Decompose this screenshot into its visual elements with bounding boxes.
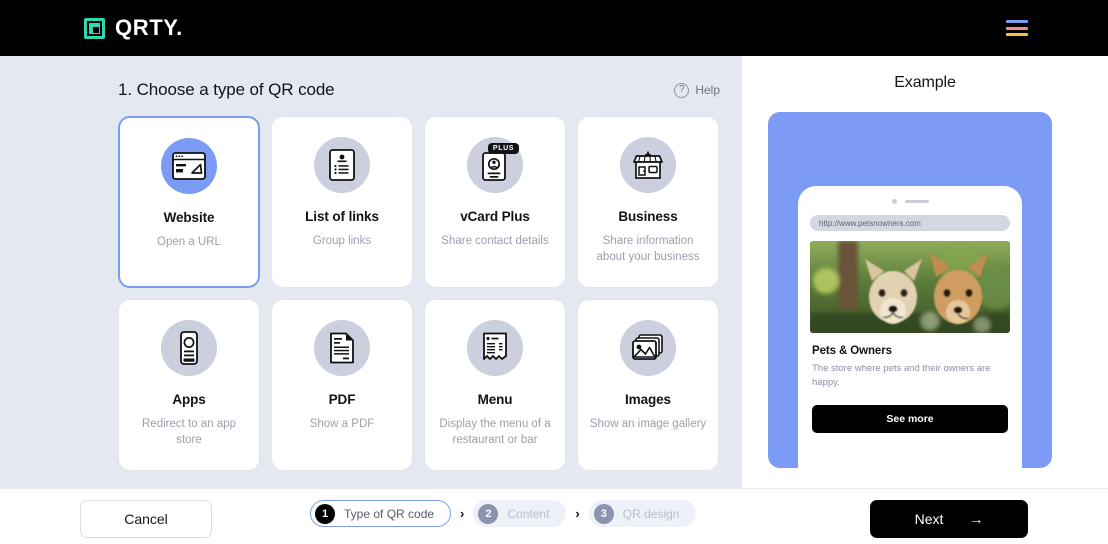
- card-title: PDF: [328, 392, 356, 407]
- next-button[interactable]: Next →: [870, 500, 1028, 538]
- qr-type-card-images[interactable]: Images Show an image gallery: [577, 299, 719, 471]
- qr-type-card-vcard-plus[interactable]: PLUS vCard Plus Share contact details: [424, 116, 566, 288]
- cancel-button[interactable]: Cancel: [80, 500, 212, 538]
- card-subtitle: Show an image gallery: [589, 418, 707, 430]
- contact-card-icon: PLUS: [467, 137, 523, 193]
- next-label: Next: [914, 511, 944, 527]
- qrty-logo-icon: [84, 17, 105, 39]
- step-label: Type of QR code: [344, 506, 435, 521]
- example-preview-pane: Example http://www.petsnowners.com Pets …: [742, 56, 1108, 488]
- qr-type-card-pdf[interactable]: PDF Show a PDF: [271, 299, 413, 471]
- card-subtitle: Redirect to an app store: [142, 418, 236, 446]
- browser-window-icon: [161, 138, 217, 194]
- help-label: Help: [695, 83, 720, 97]
- card-subtitle: Share contact details: [441, 235, 549, 247]
- chevron-right-icon: ›: [575, 506, 580, 521]
- image-stack-icon: [620, 320, 676, 376]
- qr-type-card-business[interactable]: Business Share information about your bu…: [577, 116, 719, 288]
- step-1-type-of-qr-code[interactable]: 1 Type of QR code: [310, 500, 452, 527]
- pdf-document-icon: [314, 320, 370, 376]
- preview-heading: Pets & Owners: [812, 345, 892, 357]
- step-2-content[interactable]: 2 Content: [473, 500, 567, 527]
- qr-type-card-list-of-links[interactable]: List of links Group links: [271, 116, 413, 288]
- question-mark-circle-icon: ?: [674, 82, 690, 98]
- camera-dot-icon: [891, 199, 897, 204]
- phone-content: Pets & Owners The store where pets and t…: [798, 333, 1022, 433]
- step-number: 2: [478, 503, 499, 524]
- example-title: Example: [894, 74, 956, 91]
- see-more-button[interactable]: See more: [812, 404, 1008, 433]
- example-card: http://www.petsnowners.com Pets & Owners…: [768, 112, 1052, 468]
- mobile-app-icon: [161, 320, 217, 376]
- card-title: Website: [163, 210, 215, 225]
- card-title: Apps: [172, 392, 206, 407]
- plus-badge: PLUS: [487, 143, 519, 154]
- card-subtitle: Share information about your business: [596, 235, 700, 263]
- step-number: 3: [593, 503, 614, 524]
- section-header: 1. Choose a type of QR code ? Help: [118, 80, 720, 100]
- step-label: Content: [507, 506, 550, 521]
- card-subtitle: Display the menu of a restaurant or bar: [439, 418, 551, 446]
- card-subtitle: Show a PDF: [309, 418, 375, 430]
- step-number: 1: [315, 503, 335, 524]
- brand-logo[interactable]: QRTY.: [84, 15, 183, 41]
- page-title: 1. Choose a type of QR code: [118, 80, 335, 99]
- card-title: List of links: [305, 209, 379, 224]
- footer-bar: Cancel 1 Type of QR code › 2 Content › 3…: [0, 488, 1108, 544]
- card-title: Menu: [477, 392, 513, 407]
- qr-type-card-apps[interactable]: Apps Redirect to an app store: [118, 299, 260, 471]
- step-label: QR design: [622, 506, 680, 521]
- qr-type-card-menu[interactable]: Menu Display the menu of a restaurant or…: [424, 299, 566, 471]
- phone-notch: [798, 199, 1022, 204]
- top-navigation-bar: QRTY.: [0, 0, 1108, 56]
- arrow-right-icon: →: [969, 511, 984, 527]
- storefront-icon: [620, 137, 676, 193]
- card-subtitle: Open a URL: [157, 236, 221, 248]
- browser-url-bar: http://www.petsnowners.com: [810, 215, 1010, 231]
- qr-type-card-grid: Website Open a URL List of links Group l…: [118, 116, 730, 471]
- brand-name: QRTY.: [115, 15, 183, 40]
- qr-type-card-website[interactable]: Website Open a URL: [118, 116, 260, 288]
- hamburger-menu-icon[interactable]: [1006, 20, 1028, 36]
- restaurant-menu-icon: [467, 320, 523, 376]
- step-3-qr-design[interactable]: 3 QR design: [588, 500, 697, 527]
- card-title: Images: [625, 392, 671, 407]
- list-document-icon: [314, 137, 370, 193]
- chevron-right-icon: ›: [460, 506, 465, 521]
- qrty-app-window: QRTY. 1. Choose a type of QR code ? Help: [0, 0, 1108, 544]
- card-subtitle: Group links: [312, 235, 372, 247]
- speaker-bar-icon: [904, 200, 929, 203]
- main-content-area: 1. Choose a type of QR code ? Help Websi…: [0, 56, 1108, 544]
- preview-description: The store where pets and their owners ar…: [812, 363, 991, 389]
- qr-type-selection-pane: 1. Choose a type of QR code ? Help Websi…: [0, 56, 742, 488]
- help-link[interactable]: ? Help: [674, 82, 720, 98]
- card-title: Business: [618, 209, 678, 224]
- card-title: vCard Plus: [460, 209, 530, 224]
- phone-mockup: http://www.petsnowners.com Pets & Owners…: [798, 186, 1022, 468]
- two-dogs-photo: [810, 241, 1010, 333]
- step-indicator: 1 Type of QR code › 2 Content › 3 QR des…: [310, 500, 697, 527]
